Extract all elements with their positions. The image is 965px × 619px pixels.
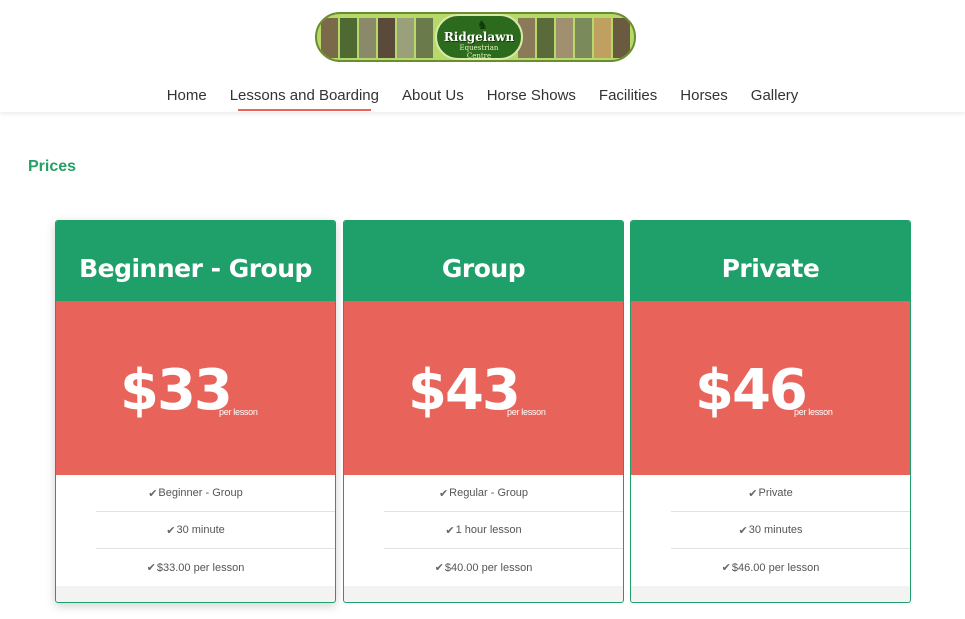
card-price-panel: $33 per lesson bbox=[56, 301, 335, 475]
nav-facilities[interactable]: Facilities bbox=[587, 85, 668, 107]
site-logo[interactable]: ♞ Ridgelawn Equestrian Centre bbox=[315, 12, 636, 62]
nav-gallery[interactable]: Gallery bbox=[739, 85, 810, 107]
pricing-card-private: Private $46 per lesson ✔ Private ✔ 30 minu… bbox=[630, 220, 911, 603]
price-amount: $46 bbox=[695, 358, 808, 423]
feature-item: ✔ $46.00 per lesson bbox=[721, 561, 820, 575]
check-icon: ✔ bbox=[748, 487, 758, 500]
price-unit: per lesson bbox=[219, 407, 258, 417]
logo-subtitle-2: Centre bbox=[466, 52, 492, 60]
card-title: Beginner - Group bbox=[56, 221, 335, 301]
check-icon: ✔ bbox=[738, 524, 748, 537]
price-amount: $43 bbox=[408, 358, 521, 423]
pricing-card-beginner-group: Beginner - Group $33 per lesson ✔ Beginne… bbox=[55, 220, 336, 603]
feature-item: ✔ $40.00 per lesson bbox=[434, 561, 533, 575]
card-title: Private bbox=[631, 221, 910, 301]
logo-subtitle-1: Equestrian bbox=[459, 44, 499, 52]
check-icon: ✔ bbox=[438, 487, 449, 500]
horse-rider-icon: ♞ bbox=[477, 18, 488, 32]
check-icon: ✔ bbox=[434, 562, 444, 574]
main-nav: Home Lessons and Boarding About Us Horse… bbox=[0, 85, 965, 111]
pricing-card-group: Group $43 per lesson ✔ Regular - Group ✔ 1… bbox=[343, 220, 624, 603]
logo-photo-strip-left bbox=[321, 18, 433, 58]
check-icon: ✔ bbox=[166, 524, 176, 537]
nav-home[interactable]: Home bbox=[155, 85, 218, 107]
price-unit: per lesson bbox=[794, 407, 833, 417]
feature-item: ✔ Regular - Group bbox=[384, 475, 623, 512]
logo-name: Ridgelawn bbox=[443, 30, 515, 44]
check-icon: ✔ bbox=[445, 524, 455, 537]
check-icon: ✔ bbox=[146, 562, 156, 574]
feature-item: ✔ 1 hour lesson bbox=[384, 512, 623, 549]
check-icon: ✔ bbox=[721, 562, 731, 574]
site-header: ♞ Ridgelawn Equestrian Centre Home Lesso… bbox=[0, 0, 965, 112]
feature-item: ✔ $33.00 per lesson bbox=[146, 561, 245, 575]
card-price-panel: $43 per lesson bbox=[344, 301, 623, 475]
feature-list: ✔ Private ✔ 30 minutes ✔ $46.00 per lesson bbox=[631, 475, 910, 586]
price-unit: per lesson bbox=[507, 407, 546, 417]
feature-list: ✔ Regular - Group ✔ 1 hour lesson ✔ $40.00 … bbox=[344, 475, 623, 586]
card-title: Group bbox=[344, 221, 623, 301]
nav-lessons-and-boarding[interactable]: Lessons and Boarding bbox=[218, 85, 390, 111]
price-amount: $33 bbox=[120, 358, 233, 423]
feature-item: ✔ 30 minutes bbox=[671, 512, 910, 549]
feature-item: ✔ Beginner - Group bbox=[96, 475, 335, 512]
feature-list: ✔ Beginner - Group ✔ 30 minute ✔ $33.00 per… bbox=[56, 475, 335, 586]
page-heading: Prices bbox=[28, 158, 77, 175]
logo-photo-strip-right bbox=[518, 18, 630, 58]
nav-horses[interactable]: Horses bbox=[669, 85, 740, 107]
feature-item: ✔ Private bbox=[671, 475, 910, 512]
logo-badge: ♞ Ridgelawn Equestrian Centre bbox=[435, 14, 523, 60]
nav-horse-shows[interactable]: Horse Shows bbox=[475, 85, 587, 107]
nav-about-us[interactable]: About Us bbox=[391, 85, 476, 107]
card-price-panel: $46 per lesson bbox=[631, 301, 910, 475]
check-icon: ✔ bbox=[148, 487, 158, 500]
feature-item: ✔ 30 minute bbox=[96, 512, 335, 549]
